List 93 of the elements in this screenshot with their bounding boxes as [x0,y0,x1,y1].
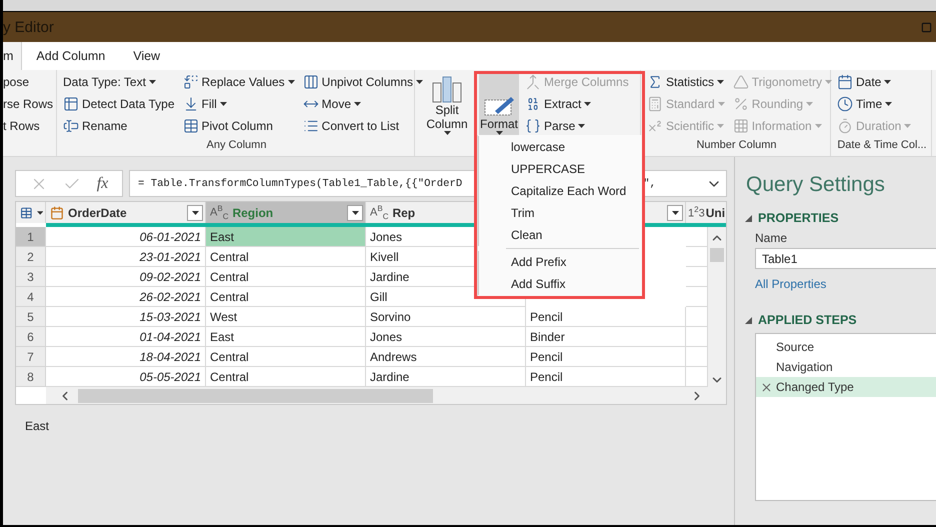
function-label[interactable]: fx [96,174,108,192]
column-header[interactable]: A$^{B}$$_{C}$ Region [206,202,366,223]
text-cursor-icon [63,118,79,134]
pencil-box-icon [483,95,515,117]
ribbon-button[interactable]: t Rows [3,115,56,137]
expander-icon[interactable] [745,316,752,324]
table-cell: 18-04-2021 [46,347,206,367]
horizontal-scrollbar[interactable] [46,387,726,404]
calendar-icon [837,74,853,90]
ribbon-button[interactable]: Rename [63,115,176,137]
calendar-icon [50,206,64,220]
filter-button[interactable] [347,204,363,220]
row-number[interactable]: 5 [16,307,46,327]
section-heading[interactable]: APPLIED STEPS [745,313,936,327]
table-icon [20,206,33,220]
caret-icon [352,210,358,214]
ribbon-button[interactable]: Parse [525,115,631,137]
table-cell: West [206,307,366,327]
field-label: Name [755,231,788,245]
ribbon-button[interactable]: Fill [182,93,297,115]
table-cell: East [206,327,366,347]
ribbon-button[interactable]: Extract [525,93,631,115]
table-cell: 26-02-2021 [46,287,206,307]
merge-icon [525,74,541,90]
group-label: Date & Time Col... [837,138,927,153]
group-label: Any Column [206,138,266,153]
table-cell: 06-01-2021 [46,227,206,247]
columns-icon [302,74,319,90]
ribbon-button[interactable]: Pivot Column [182,115,297,137]
replace-icon [182,74,198,90]
caret-icon [36,210,43,214]
scroll-thumb[interactable] [710,248,724,262]
table-cell: Binder [526,327,686,347]
percent-icon [732,96,749,112]
table-cell: Central [206,347,366,367]
row-number[interactable]: 6 [16,327,46,347]
row-number[interactable]: 7 [16,347,46,367]
vertical-scrollbar[interactable] [708,227,726,387]
superscript-icon [647,118,663,134]
scroll-thumb[interactable] [78,388,433,402]
table-cell: 15-03-2021 [46,307,206,327]
row-number[interactable]: 3 [16,267,46,287]
filter-button[interactable] [187,204,203,220]
table-cell: Central [206,267,366,287]
ribbon-button[interactable]: Data Type: Text [63,71,176,93]
braces-icon [525,118,541,134]
applied-step[interactable]: Source [756,337,936,357]
applied-step[interactable]: Navigation [756,357,936,377]
delete-icon[interactable] [760,380,773,394]
window-title: y Editor [3,18,54,36]
triangle-icon [732,74,749,90]
ribbon-button[interactable]: Format [479,73,519,137]
row-number[interactable]: 8 [16,367,46,387]
ribbon-button[interactable]: Date [837,71,914,93]
all-properties-link[interactable]: All Properties [755,277,936,291]
row-number[interactable]: 2 [16,247,46,267]
table-cell: Pencil [526,347,686,367]
caret-icon [192,210,198,214]
ribbon-button[interactable]: Statistics [647,71,727,93]
section-heading[interactable]: PROPERTIES [745,211,936,225]
table-cell: Central [206,247,366,267]
ribbon-button[interactable]: Replace Values [182,71,297,93]
ribbon-button[interactable]: rse Rows [3,93,56,115]
row-number[interactable]: 1 [16,227,46,247]
name-field[interactable]: Table1 [755,248,936,269]
group-label: Number Column [696,138,777,153]
ribbon-tab[interactable]: m [3,42,22,70]
table-cell: 09-02-2021 [46,267,206,287]
timer-icon [837,118,853,134]
expander-icon[interactable] [745,214,752,222]
clock-icon [837,96,853,112]
table-cell: Pencil [526,307,686,327]
ribbon-button[interactable]: pose [3,71,56,93]
table-cell: Jones [366,327,526,347]
table-cell: Andrews [366,347,526,367]
grid-icon [182,118,198,134]
table-cell: 23-01-2021 [46,247,206,267]
table-cell: East [206,227,366,247]
filter-button[interactable] [667,204,683,220]
ribbon-button[interactable]: Detect Data Type [63,93,176,115]
table-cell: Sorvino [366,307,526,327]
calculator-icon [647,96,663,112]
caret-icon [672,210,678,214]
table-icon [63,96,79,112]
row-number[interactable]: 4 [16,287,46,307]
panel-title: Query Settings [746,173,886,197]
applied-step[interactable]: Changed Type [756,377,936,397]
value-preview: East [25,419,50,433]
table-cell: Central [206,287,366,307]
ribbon-button[interactable]: Time [837,93,914,115]
grid-icon [732,118,749,134]
type-label: 1$^{2}$3 [688,205,705,220]
table-cell: 01-04-2021 [46,327,206,347]
